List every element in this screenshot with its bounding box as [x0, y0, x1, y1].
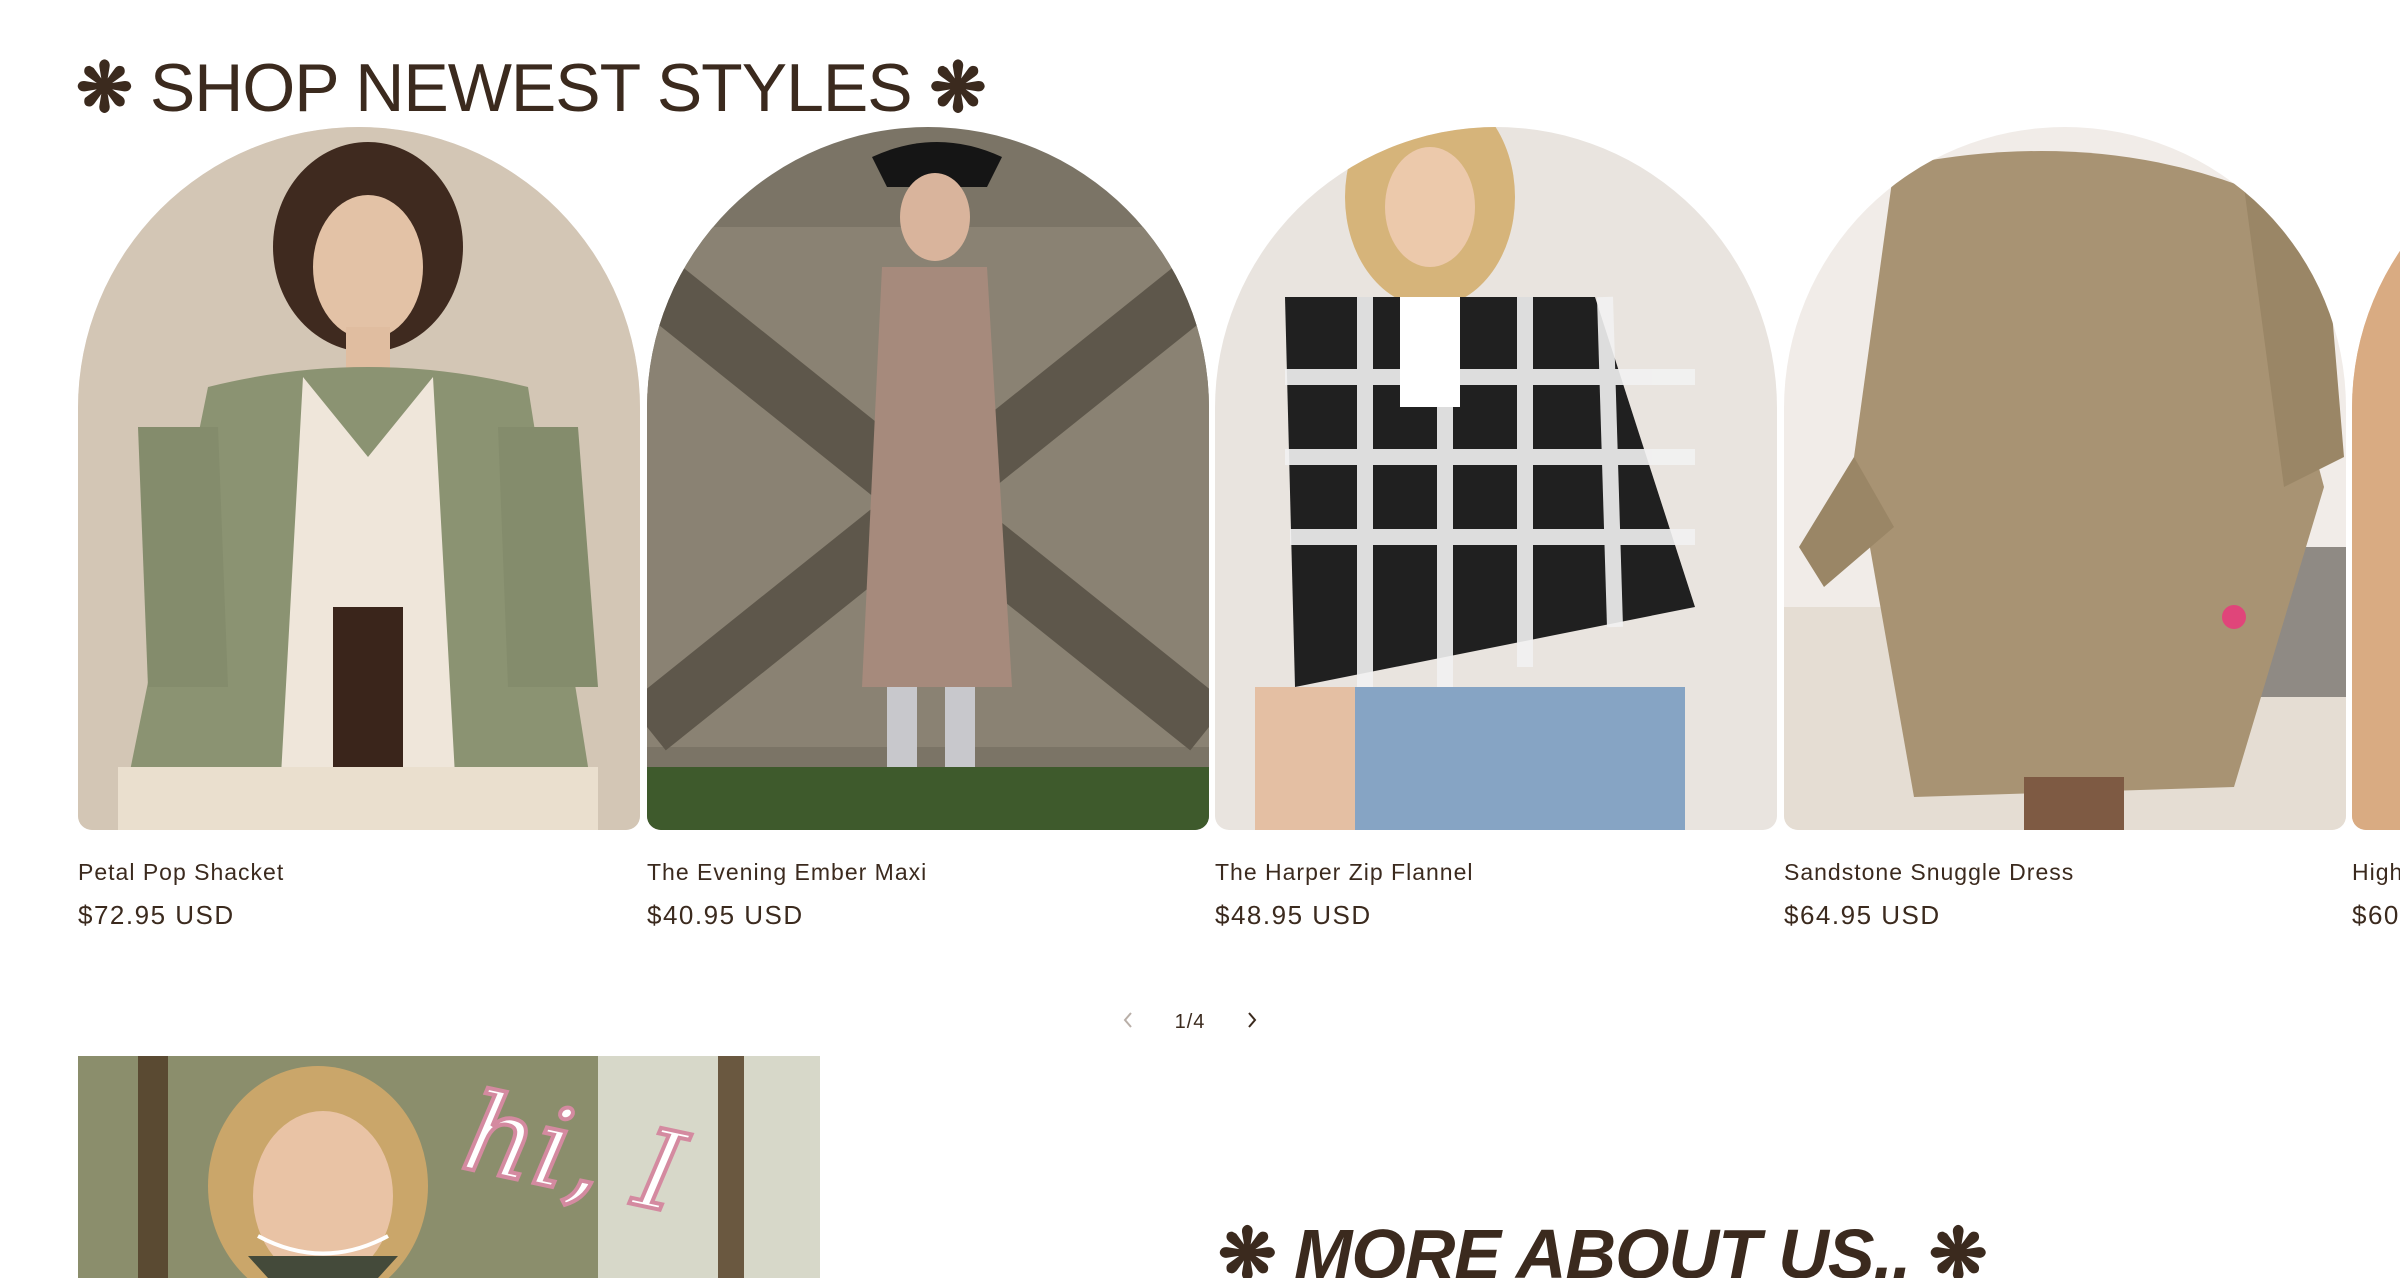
- product-price: $64.95 USD: [1784, 900, 1941, 930]
- product-price: $60: [2352, 900, 2400, 930]
- about-title: ❋ MORE ABOUT US.. ❋: [1218, 1214, 1988, 1278]
- product-image[interactable]: [647, 127, 1209, 830]
- prev-slide-button[interactable]: [1110, 1004, 1146, 1040]
- product-image[interactable]: [2352, 127, 2400, 830]
- product-card[interactable]: Sandstone Snuggle Dress $64.95 USD: [1784, 127, 2346, 931]
- product-carousel: Petal Pop Shacket $72.95 USD The Evening…: [78, 127, 2400, 947]
- next-slide-button[interactable]: [1234, 1004, 1270, 1040]
- product-card[interactable]: Petal Pop Shacket $72.95 USD: [78, 127, 640, 931]
- product-name[interactable]: Sandstone Snuggle Dress: [1784, 857, 2346, 887]
- product-image[interactable]: [78, 127, 640, 830]
- about-photo: hi, I: [78, 1056, 820, 1278]
- product-price: $48.95 USD: [1215, 900, 1372, 930]
- product-card[interactable]: The Harper Zip Flannel $48.95 USD: [1215, 127, 1777, 931]
- section-title: ❋ SHOP NEWEST STYLES ❋: [76, 48, 986, 128]
- asterisk-flower-icon: ❋: [929, 50, 987, 127]
- section-title-text: SHOP NEWEST STYLES: [149, 50, 913, 127]
- asterisk-flower-icon: ❋: [76, 50, 133, 127]
- asterisk-flower-icon: ❋: [1218, 1215, 1277, 1278]
- product-name[interactable]: The Harper Zip Flannel: [1215, 857, 1777, 887]
- chevron-right-icon: [1245, 1010, 1259, 1035]
- product-name[interactable]: Petal Pop Shacket: [78, 857, 640, 887]
- product-price: $72.95 USD: [78, 900, 235, 930]
- chevron-left-icon: [1121, 1010, 1135, 1035]
- product-card[interactable]: High $60: [2352, 127, 2400, 931]
- product-name[interactable]: The Evening Ember Maxi: [647, 857, 1209, 887]
- product-image[interactable]: [1784, 127, 2346, 830]
- slide-counter: 1/4: [1174, 1010, 1206, 1033]
- about-title-text: MORE ABOUT US..: [1294, 1215, 1911, 1278]
- page: ❋ SHOP NEWEST STYLES ❋ Petal Pop Shacket…: [0, 0, 2400, 1278]
- product-image[interactable]: [1215, 127, 1777, 830]
- product-name[interactable]: High: [2352, 857, 2400, 887]
- carousel-pager: 1/4: [1110, 1004, 1270, 1040]
- product-price: $40.95 USD: [647, 900, 804, 930]
- asterisk-flower-icon: ❋: [1928, 1215, 1988, 1278]
- product-card[interactable]: The Evening Ember Maxi $40.95 USD: [647, 127, 1209, 931]
